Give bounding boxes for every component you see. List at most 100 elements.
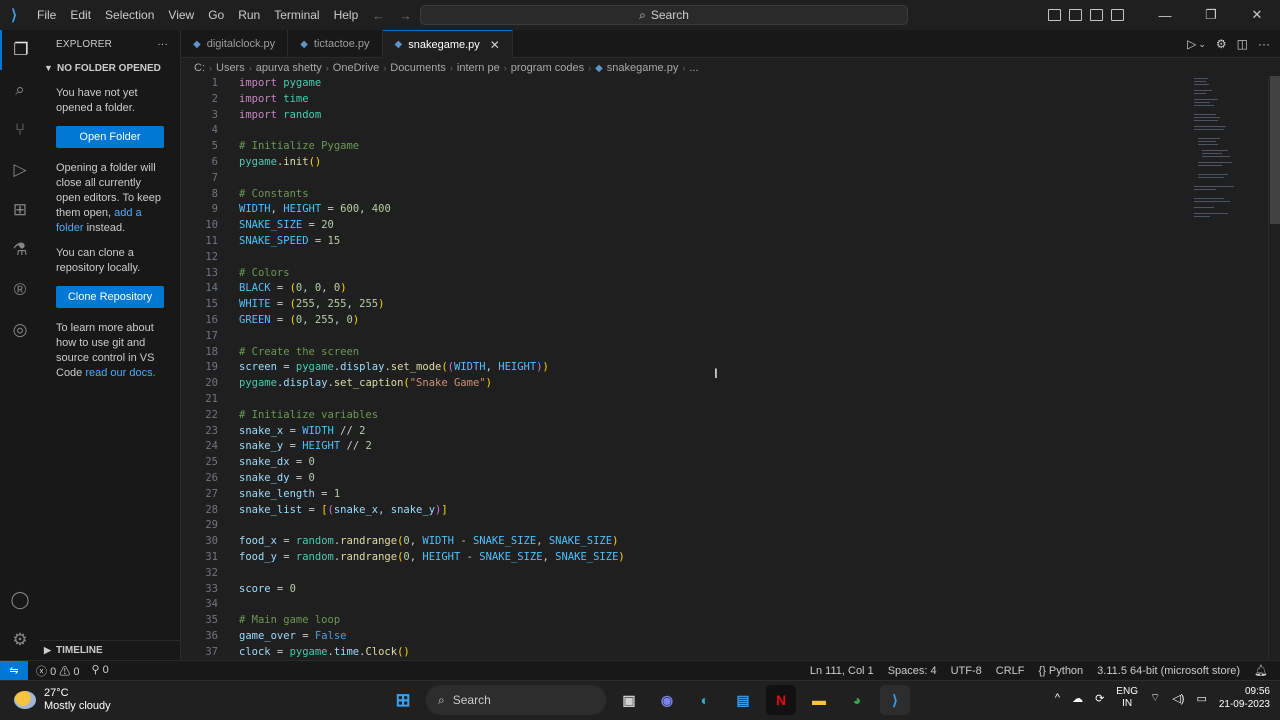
- git-graph-icon[interactable]: ◎: [0, 310, 40, 350]
- remote-indicator-icon[interactable]: ⇋: [0, 660, 28, 681]
- microsoft-store-icon[interactable]: ▤: [728, 685, 758, 715]
- menu-terminal[interactable]: Terminal: [267, 0, 326, 30]
- breadcrumb-item[interactable]: C:: [194, 62, 205, 74]
- menu-edit[interactable]: Edit: [63, 0, 98, 30]
- breadcrumb-separator-icon: ›: [383, 63, 387, 73]
- read-docs-link[interactable]: read our docs.: [85, 367, 155, 379]
- timeline-section-header[interactable]: ▶ TIMELINE: [40, 640, 180, 660]
- menu-go[interactable]: Go: [201, 0, 231, 30]
- vscode-taskbar-icon[interactable]: ⟩: [880, 685, 910, 715]
- chevron-up-icon[interactable]: ^: [1055, 692, 1060, 704]
- breadcrumb-item[interactable]: apurva shetty: [256, 62, 322, 74]
- problems-indicator[interactable]: ⓧ 0 ⚠ 0: [36, 663, 79, 679]
- close-window-button[interactable]: ✕: [1234, 0, 1280, 30]
- explorer-icon[interactable]: ❐: [0, 30, 40, 70]
- more-actions-icon[interactable]: ···: [1258, 37, 1270, 51]
- explorer-sidebar: EXPLORER ··· ▼ NO FOLDER OPENED You have…: [40, 30, 181, 660]
- menu-run[interactable]: Run: [231, 0, 267, 30]
- line-number: 31: [205, 550, 218, 563]
- warning-count: 0: [73, 665, 80, 678]
- weather-widget[interactable]: 27°C Mostly cloudy: [14, 687, 111, 713]
- volume-icon[interactable]: ◁): [1172, 692, 1184, 705]
- breadcrumb-item[interactable]: ...: [689, 62, 698, 74]
- code-editor[interactable]: 1 import pygame 2 import time 3 import rand…: [181, 76, 1191, 660]
- forward-arrow-icon[interactable]: →: [399, 8, 412, 23]
- code-text: # Colors: [239, 266, 290, 279]
- minimize-button[interactable]: —: [1142, 0, 1188, 30]
- no-folder-section-header[interactable]: ▼ NO FOLDER OPENED: [40, 58, 180, 78]
- source-control-icon[interactable]: ⑂: [0, 110, 40, 150]
- notifications-bell-icon[interactable]: 🔔︎: [1254, 664, 1268, 677]
- settings-gear-icon[interactable]: ⚙: [0, 620, 40, 660]
- input-language[interactable]: ENG IN: [1116, 686, 1138, 710]
- code-line: 7: [181, 171, 1191, 187]
- tab-digitalclock[interactable]: ◆ digitalclock.py: [181, 30, 289, 58]
- teams-chat-icon[interactable]: ◉: [652, 685, 682, 715]
- language-mode[interactable]: {} Python: [1039, 665, 1084, 677]
- code-line: 27 snake_length = 1: [181, 487, 1191, 503]
- toggle-panel-icon[interactable]: [1069, 9, 1082, 21]
- testing-flask-icon[interactable]: ⚗: [0, 230, 40, 270]
- edge-browser-icon[interactable]: ◐: [690, 685, 720, 715]
- menu-file[interactable]: File: [30, 0, 63, 30]
- tab-tictactoe[interactable]: ◆ tictactoe.py: [288, 30, 383, 58]
- accounts-icon[interactable]: ◯: [0, 580, 40, 620]
- toggle-secondary-sidebar-icon[interactable]: [1090, 9, 1103, 21]
- restore-button[interactable]: ❐: [1188, 0, 1234, 30]
- windows-start-icon[interactable]: ⊞: [388, 685, 418, 715]
- toggle-primary-sidebar-icon[interactable]: [1048, 9, 1061, 21]
- debug-gear-icon[interactable]: ⚙: [1216, 37, 1227, 51]
- search-view-icon[interactable]: ⌕: [0, 70, 40, 110]
- tab-snakegame[interactable]: ◆ snakegame.py ✕: [382, 30, 513, 58]
- chrome-browser-icon[interactable]: ◕: [842, 685, 872, 715]
- clone-text: You can clone a repository locally.: [56, 247, 141, 274]
- indentation[interactable]: Spaces: 4: [888, 665, 937, 677]
- more-actions-icon[interactable]: ···: [157, 39, 168, 50]
- back-arrow-icon[interactable]: ←: [372, 8, 385, 23]
- editor-tabs: ◆ digitalclock.py ◆ tictactoe.py ◆ snake…: [181, 30, 1280, 58]
- minimap-line: [1198, 162, 1232, 163]
- battery-icon[interactable]: ▭: [1196, 692, 1206, 705]
- menu-view[interactable]: View: [161, 0, 201, 30]
- code-line: 3 import random: [181, 108, 1191, 124]
- minimap[interactable]: [1190, 76, 1268, 660]
- customize-layout-icon[interactable]: [1111, 9, 1124, 21]
- breadcrumb-item[interactable]: OneDrive: [333, 62, 379, 74]
- menu-help[interactable]: Help: [327, 0, 366, 30]
- cursor-position[interactable]: Ln 111, Col 1: [810, 665, 874, 677]
- chevron-down-icon[interactable]: ⌄: [1198, 39, 1206, 50]
- open-folder-button[interactable]: Open Folder: [56, 126, 164, 148]
- file-explorer-icon[interactable]: ▬: [804, 685, 834, 715]
- ports-count: 0: [102, 663, 109, 676]
- run-debug-icon[interactable]: ▷: [0, 150, 40, 190]
- task-view-icon[interactable]: ▣: [614, 685, 644, 715]
- editor-scrollbar[interactable]: [1268, 76, 1280, 660]
- breadcrumb-item[interactable]: Documents: [390, 62, 446, 74]
- python-interpreter[interactable]: 3.11.5 64-bit (microsoft store): [1097, 665, 1240, 677]
- line-number: 15: [205, 298, 218, 311]
- netflix-icon[interactable]: N: [766, 685, 796, 715]
- command-search-box[interactable]: ⌕ Search: [420, 5, 908, 25]
- system-clock[interactable]: 09:56 21-09-2023: [1219, 685, 1270, 711]
- extensions-icon[interactable]: ⊞: [0, 190, 40, 230]
- breadcrumb-item[interactable]: program codes: [511, 62, 584, 74]
- close-icon[interactable]: ✕: [490, 38, 500, 52]
- run-python-file-icon[interactable]: ▷: [1187, 37, 1196, 51]
- breadcrumb-item[interactable]: snakegame.py: [607, 62, 679, 74]
- taskbar-search[interactable]: ⌕ Search: [426, 685, 606, 715]
- file-encoding[interactable]: UTF-8: [951, 665, 982, 677]
- split-editor-icon[interactable]: ◫: [1237, 37, 1248, 51]
- r-extension-icon[interactable]: ®: [0, 270, 40, 310]
- breadcrumb-item[interactable]: Users: [216, 62, 245, 74]
- breadcrumb-item[interactable]: intern pe: [457, 62, 500, 74]
- menu-selection[interactable]: Selection: [98, 0, 161, 30]
- onedrive-cloud-icon[interactable]: ☁: [1072, 692, 1083, 705]
- wifi-icon[interactable]: ⌔: [1150, 691, 1160, 705]
- no-folder-content: You have not yet opened a folder. Open F…: [40, 78, 180, 381]
- sync-icon[interactable]: ⟳: [1095, 692, 1104, 705]
- minimap-line: [1194, 129, 1224, 130]
- end-of-line[interactable]: CRLF: [996, 665, 1025, 677]
- clone-repository-button[interactable]: Clone Repository: [56, 286, 164, 308]
- scrollbar-thumb[interactable]: [1270, 76, 1280, 224]
- ports-indicator[interactable]: ⚲ 0: [91, 663, 108, 679]
